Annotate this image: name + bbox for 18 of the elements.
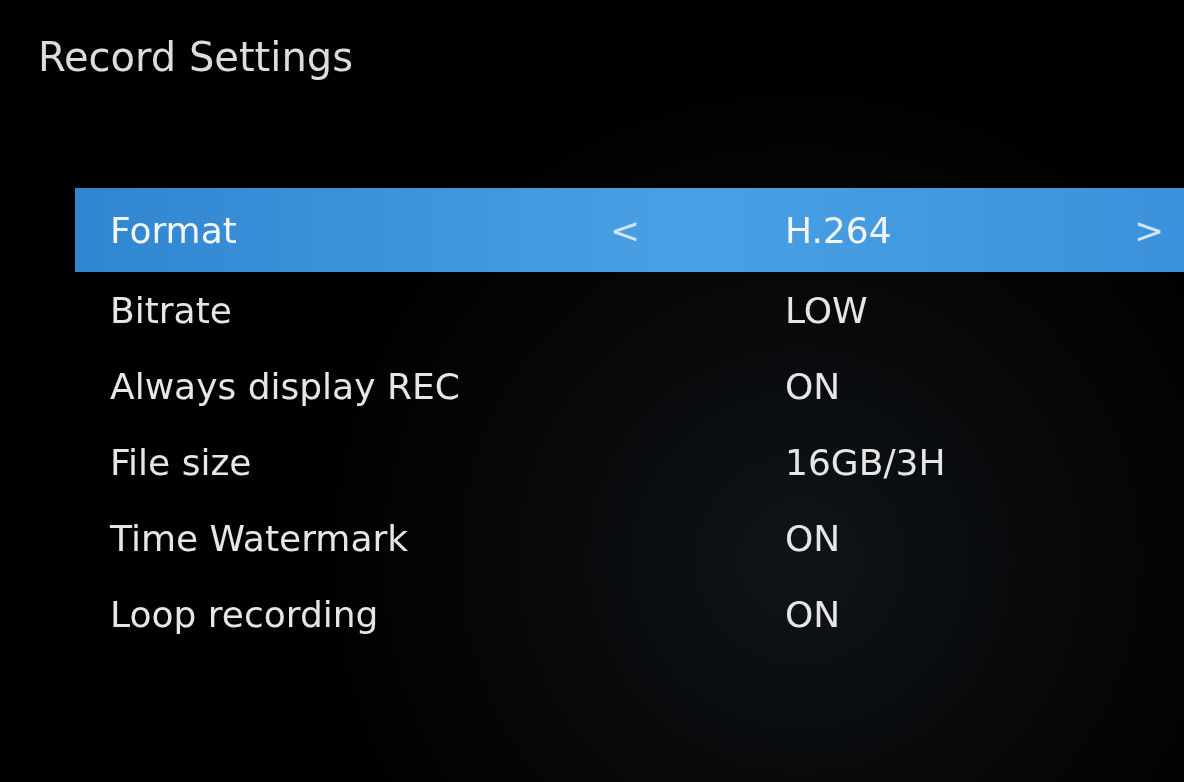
setting-label: Format [110,209,238,251]
setting-value: ON [785,365,842,407]
setting-label: Always display REC [110,365,461,407]
setting-row[interactable]: Time Watermark ON [75,500,1184,576]
setting-row[interactable]: File size 16GB/3H [75,424,1184,500]
setting-value: 16GB/3H [785,441,947,483]
setting-row[interactable]: Always display REC ON [75,348,1184,424]
setting-label: Loop recording [110,593,380,635]
setting-value: ON [785,593,842,635]
setting-value: LOW [785,289,869,331]
screen-title: Record Settings [37,33,354,82]
setting-label: Time Watermark [110,517,410,559]
setting-label: File size [110,441,253,483]
setting-label: Bitrate [110,289,233,331]
setting-value: H.264 [785,209,893,251]
setting-row[interactable]: Loop recording ON [75,576,1184,652]
setting-row[interactable]: Bitrate LOW [75,272,1184,348]
setting-value: ON [785,517,842,559]
